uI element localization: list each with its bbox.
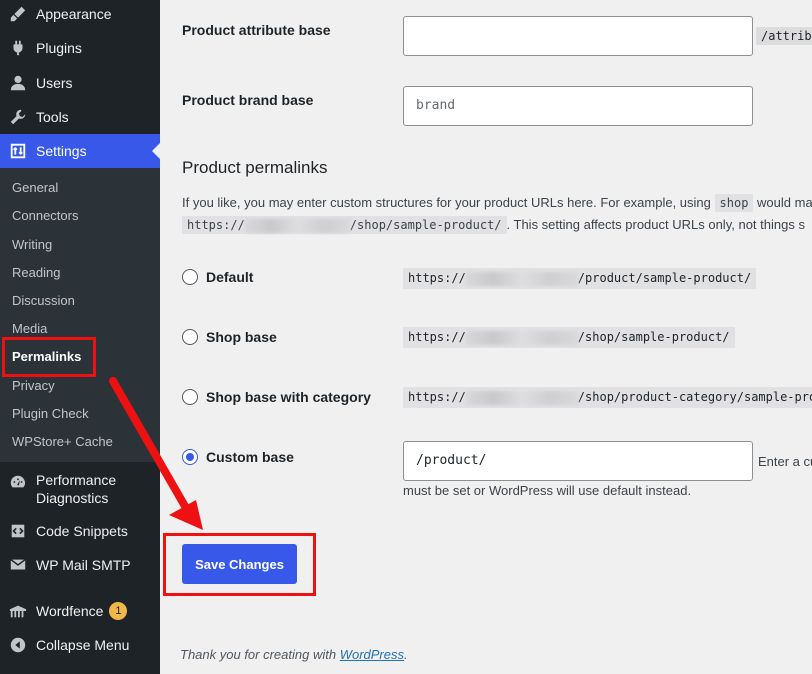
submenu-general[interactable]: General [12,178,58,198]
update-count-badge: 1 [109,602,128,620]
menu-item-users[interactable]: Users [0,66,160,100]
attribute-base-input[interactable] [403,16,753,56]
option-custom-base[interactable]: Custom base [182,449,294,465]
menu-item-wordfence[interactable]: Wordfence 1 [0,594,160,628]
menu-label: Tools [36,109,69,125]
option-default[interactable]: Default [182,269,253,285]
collapse-menu-button[interactable]: Collapse Menu [0,628,160,662]
wordfence-icon [0,602,36,620]
section-title: Product permalinks [182,158,328,177]
submenu-media[interactable]: Media [12,319,47,339]
blurred-domain [244,218,350,233]
submenu-connectors[interactable]: Connectors [12,206,78,226]
brand-base-label: Product brand base [182,92,314,108]
menu-item-performance-diagnostics[interactable]: Performance Diagnostics [0,470,160,508]
shop-base-category-url: https:///shop/product-category/sample-pr… [403,387,812,408]
code-shop: shop [714,194,754,212]
blurred-domain [465,330,578,345]
dashboard-icon [0,471,36,491]
brand-base-input[interactable]: brand [403,86,753,126]
description-line1: If you like, you may enter custom struct… [182,194,812,212]
menu-label: Appearance [36,6,112,22]
menu-item-settings[interactable]: Settings [0,134,160,168]
menu-label: Plugins [36,40,82,56]
custom-base-hint: Enter a cu [758,454,812,469]
default-url: https:///product/sample-product/ [403,268,757,289]
plugin-icon [0,39,36,57]
submenu-wpstore-cache[interactable]: WPStore+ Cache [12,432,113,452]
menu-label: Users [36,75,73,91]
paintbrush-icon [0,5,36,23]
collapse-icon [0,636,36,654]
highlight-box-permalinks [2,337,96,377]
highlight-box-save [163,533,316,596]
wrench-icon [0,108,36,126]
submenu-discussion[interactable]: Discussion [12,291,75,311]
attribute-base-suffix: /attribu [756,27,812,45]
sliders-icon [0,142,36,160]
menu-item-appearance[interactable]: Appearance [0,0,160,31]
menu-label-line2: Diagnostics [36,490,109,506]
code-sample-url: https:///shop/sample-product/ [182,216,507,234]
admin-footer: Thank you for creating with WordPress. [180,647,408,662]
menu-item-code-snippets[interactable]: Code Snippets [0,514,160,548]
custom-base-input[interactable]: /product/ [403,441,753,481]
menu-label: Collapse Menu [36,637,130,653]
wordpress-link[interactable]: WordPress [340,647,404,662]
menu-label: Settings [36,143,87,159]
user-icon [0,74,36,92]
radio-default[interactable] [182,269,198,285]
radio-custom-base[interactable] [182,449,198,465]
submenu-plugin-check[interactable]: Plugin Check [12,404,89,424]
submenu-privacy[interactable]: Privacy [12,376,55,396]
mail-icon [0,556,36,574]
option-shop-base[interactable]: Shop base [182,329,277,345]
menu-label: Wordfence [36,603,104,619]
submenu-reading[interactable]: Reading [12,263,60,283]
submenu-writing[interactable]: Writing [12,235,52,255]
custom-base-hint-line2: must be set or WordPress will use defaul… [403,483,692,498]
radio-shop-base-category[interactable] [182,389,198,405]
shop-base-url: https:///shop/sample-product/ [403,327,735,348]
radio-shop-base[interactable] [182,329,198,345]
blurred-domain [465,390,578,405]
option-shop-base-category[interactable]: Shop base with category [182,389,371,405]
menu-item-plugins[interactable]: Plugins [0,31,160,65]
blurred-domain [465,271,578,286]
menu-label: Code Snippets [36,523,128,539]
menu-label-line1: Performance [36,472,117,488]
menu-label: WP Mail SMTP [36,557,131,573]
menu-item-wp-mail-smtp[interactable]: WP Mail SMTP [0,548,160,582]
attribute-base-label: Product attribute base [182,22,331,38]
description-line2: https:///shop/sample-product/. This sett… [182,216,805,234]
code-icon [0,522,36,540]
menu-item-tools[interactable]: Tools [0,100,160,134]
settings-submenu: General Connectors Writing Reading Discu… [0,168,160,462]
